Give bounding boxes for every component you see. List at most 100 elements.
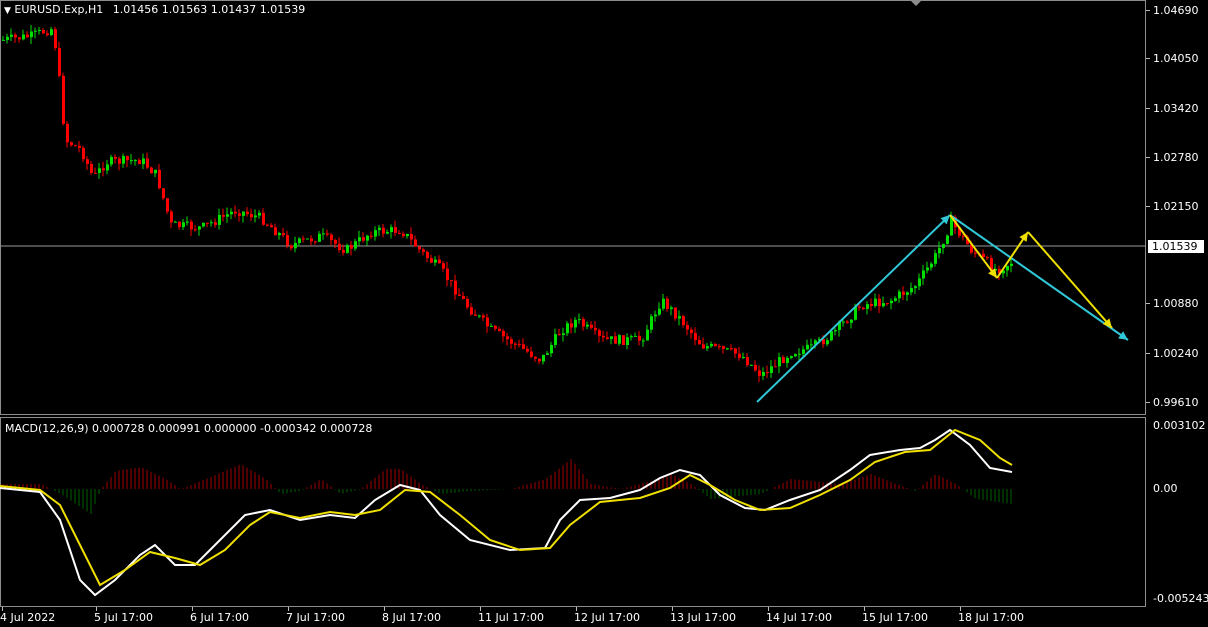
candle-body: [914, 286, 917, 289]
candle-body: [166, 198, 169, 212]
candle-body: [114, 156, 117, 159]
candle-body: [750, 364, 753, 366]
candle-body: [86, 159, 89, 164]
candle-body: [710, 343, 713, 347]
symbol-header[interactable]: ▼ EURUSD.Exp,H1 1.01456 1.01563 1.01437 …: [4, 3, 305, 16]
candle-body: [34, 30, 37, 32]
signal-line: [0, 428, 1013, 587]
candle-body: [690, 329, 693, 334]
price-label: 1.04690: [1153, 4, 1199, 17]
candle-body: [78, 145, 81, 148]
candle-body: [714, 343, 717, 346]
candle-body: [598, 330, 601, 336]
candle-body: [206, 222, 209, 224]
candle-body: [238, 213, 241, 216]
price-tick: [1146, 10, 1150, 11]
candle-body: [294, 242, 297, 249]
candle-body: [314, 241, 317, 243]
time-label: 4 Jul 2022: [0, 611, 56, 624]
candle-body: [694, 333, 697, 341]
candle-body: [306, 238, 309, 240]
candle-body: [894, 298, 897, 301]
candle-body: [1010, 263, 1013, 266]
candle-body: [342, 249, 345, 253]
candle-body: [358, 237, 361, 242]
candle-body: [770, 366, 773, 373]
candle-body: [522, 344, 525, 349]
candle-body: [786, 357, 789, 363]
candle-body: [318, 233, 321, 242]
candle-body: [274, 227, 277, 236]
candle-body: [402, 233, 405, 237]
price-tick: [1146, 108, 1150, 109]
candle-body: [290, 245, 293, 249]
candle-body: [458, 294, 461, 296]
candle-body: [754, 364, 757, 371]
candle-body: [730, 348, 733, 350]
candle-body: [922, 270, 925, 279]
price-label: 1.03420: [1153, 102, 1199, 115]
candle-body: [378, 227, 381, 231]
candle-body: [42, 29, 45, 34]
price-label: 1.00880: [1153, 297, 1199, 310]
candle-body: [178, 221, 181, 228]
candle-body: [630, 336, 633, 338]
yellow-arrow-2-head: [1019, 232, 1028, 242]
time-label: 8 Jul 17:00: [382, 611, 441, 624]
candle-body: [266, 224, 269, 226]
candle-body: [674, 307, 677, 319]
candle-body: [10, 34, 13, 37]
candle-body: [186, 221, 189, 223]
macd-axis-label: 0.003102: [1153, 419, 1206, 432]
candle-body: [654, 314, 657, 317]
macd-line: [0, 428, 1013, 597]
candle-body: [942, 243, 945, 249]
candle-body: [26, 34, 29, 38]
current-price-badge: 1.01539: [1148, 240, 1204, 253]
candle-body: [194, 229, 197, 231]
candle-body: [926, 267, 929, 271]
candle-body: [686, 325, 689, 330]
candle-body: [50, 29, 53, 36]
candle-body: [562, 333, 565, 336]
candle-body: [658, 308, 661, 315]
candle-body: [346, 245, 349, 253]
candle-body: [902, 291, 905, 295]
candle-body: [858, 306, 861, 308]
candle-body: [946, 235, 949, 244]
candle-body: [258, 212, 261, 216]
candle-body: [614, 336, 617, 344]
candle-body: [762, 372, 765, 376]
candle-body: [106, 164, 109, 171]
candle-body: [142, 158, 145, 165]
candle-body: [366, 235, 369, 241]
candle-body: [438, 259, 441, 264]
candle-body: [218, 214, 221, 225]
candle-body: [810, 344, 813, 346]
candle-body: [746, 357, 749, 366]
candle-body: [514, 343, 517, 345]
candle-body: [906, 292, 909, 295]
candle-body: [302, 238, 305, 240]
candle-body: [450, 280, 453, 282]
candle-body: [430, 258, 433, 263]
candle-body: [546, 353, 549, 355]
candle-body: [470, 307, 473, 315]
candle-body: [874, 298, 877, 306]
candle-body: [646, 329, 649, 341]
candle-body: [590, 324, 593, 328]
candle-body: [574, 319, 577, 328]
candle-body: [90, 163, 93, 173]
candle-body: [606, 337, 609, 339]
candle-body: [530, 351, 533, 357]
candle-body: [806, 344, 809, 350]
candle-body: [82, 147, 85, 160]
macd-label: MACD(12,26,9) 0.000728 0.000991 0.000000…: [5, 422, 373, 435]
candle-body: [682, 316, 685, 326]
candle-body: [702, 344, 705, 349]
candle-body: [474, 314, 477, 316]
candle-body: [246, 211, 249, 215]
triangle-down-icon[interactable]: ▼: [4, 6, 11, 16]
candle-body: [46, 33, 49, 36]
candle-body: [830, 331, 833, 341]
